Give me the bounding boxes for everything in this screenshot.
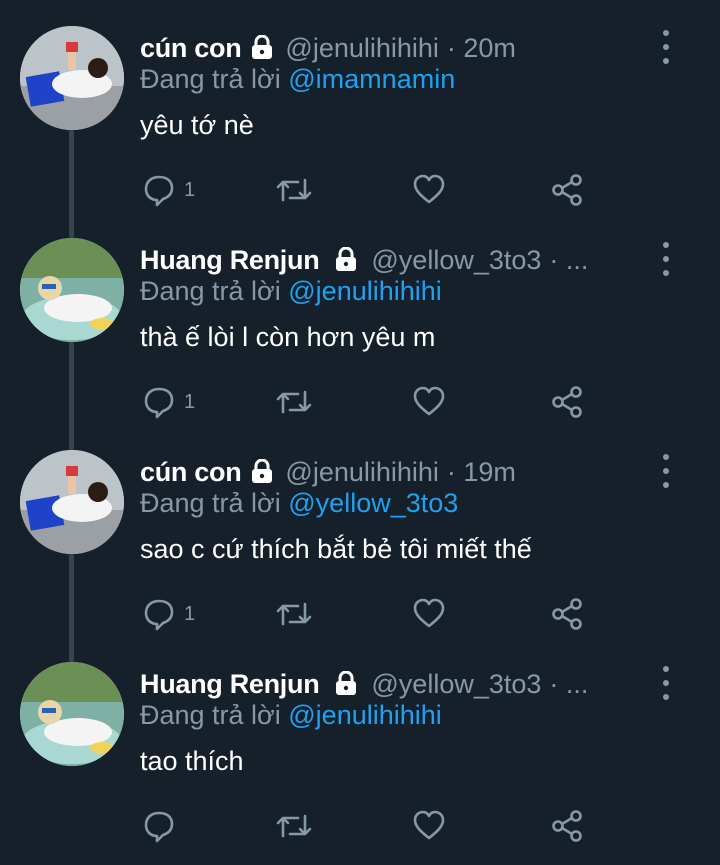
- avatar-photo-icon: [20, 662, 124, 766]
- share-icon: [552, 174, 582, 206]
- lock-icon: [333, 671, 359, 697]
- like-icon: [413, 598, 445, 628]
- reply-icon: [144, 599, 174, 631]
- like-button[interactable]: [412, 806, 446, 846]
- retweet-icon: [276, 178, 312, 202]
- user-handle[interactable]: @jenulihihihi: [285, 33, 439, 64]
- retweet-button[interactable]: [274, 806, 314, 846]
- replying-to: Đang trả lời @jenulihihihi: [140, 276, 442, 307]
- tweet-text: yêu tớ nè: [140, 110, 254, 140]
- avatar[interactable]: [20, 662, 124, 766]
- lock-icon: [333, 247, 359, 273]
- replying-prefix: Đang trả lời: [140, 700, 289, 730]
- avatar-photo-icon: [20, 26, 124, 130]
- reply-button[interactable]: 1: [142, 170, 195, 210]
- replying-to: Đang trả lời @yellow_3to3: [140, 488, 458, 519]
- user-handle[interactable]: @yellow_3to3: [371, 669, 541, 700]
- reply-icon: [144, 175, 174, 207]
- display-name[interactable]: cún con: [140, 457, 242, 488]
- more-icon[interactable]: [654, 242, 678, 276]
- retweet-button[interactable]: [274, 170, 314, 210]
- retweet-button[interactable]: [274, 382, 314, 422]
- tweet-actions: 1: [140, 594, 600, 634]
- retweet-icon: [276, 814, 312, 838]
- timestamp: · 19m: [446, 456, 516, 487]
- reply-count: 1: [184, 602, 196, 625]
- share-icon: [552, 810, 582, 842]
- tweet-header: Huang Renjun @yellow_3to3 · ...: [140, 240, 640, 280]
- display-name[interactable]: Huang Renjun: [140, 669, 320, 700]
- like-icon: [413, 810, 445, 840]
- replying-prefix: Đang trả lời: [140, 64, 289, 94]
- tweet[interactable]: Huang Renjun @yellow_3to3 · ... Đang trả…: [0, 562, 720, 865]
- reply-icon: [144, 387, 174, 419]
- retweet-icon: [276, 390, 312, 414]
- reply-mention-link[interactable]: @jenulihihihi: [288, 700, 442, 730]
- tweet-text: thà ế lòi l còn hơn yêu m: [140, 322, 436, 352]
- lock-icon: [249, 35, 275, 61]
- reply-count: 1: [184, 178, 196, 201]
- tweet[interactable]: cún con @jenulihihihi · 20m Đang trả lời…: [0, 0, 720, 230]
- like-button[interactable]: [412, 594, 446, 634]
- like-button[interactable]: [412, 170, 446, 210]
- tweet-actions: 1: [140, 382, 600, 422]
- reply-button[interactable]: [142, 806, 176, 846]
- tweet-header: cún con @jenulihihihi · 19m: [140, 452, 640, 492]
- more-icon[interactable]: [654, 666, 678, 700]
- share-button[interactable]: [550, 806, 584, 846]
- reply-count: 1: [184, 390, 196, 413]
- timestamp: · 20m: [446, 32, 516, 63]
- user-handle[interactable]: @yellow_3to3: [371, 245, 541, 276]
- more-icon[interactable]: [654, 30, 678, 64]
- replying-prefix: Đang trả lời: [140, 276, 289, 306]
- thread-line: [69, 562, 74, 662]
- more-icon[interactable]: [654, 454, 678, 488]
- share-button[interactable]: [550, 382, 584, 422]
- avatar[interactable]: [20, 26, 124, 130]
- share-button[interactable]: [550, 170, 584, 210]
- share-button[interactable]: [550, 594, 584, 634]
- tweet-text: sao c cứ thích bắt bẻ tôi miết thế: [140, 534, 532, 564]
- reply-mention-link[interactable]: @imamnamin: [288, 64, 455, 94]
- lock-icon: [249, 459, 275, 485]
- thread-line: [69, 130, 74, 238]
- tweet-thread: cún con @jenulihihihi · 20m Đang trả lời…: [0, 0, 720, 865]
- user-handle[interactable]: @jenulihihihi: [285, 457, 439, 488]
- reply-button[interactable]: 1: [142, 594, 195, 634]
- avatar-photo-icon: [20, 450, 124, 554]
- timestamp: · ...: [549, 668, 589, 699]
- tweet-header: Huang Renjun @yellow_3to3 · ...: [140, 664, 640, 704]
- like-icon: [413, 174, 445, 204]
- replying-prefix: Đang trả lời: [140, 488, 289, 518]
- like-button[interactable]: [412, 382, 446, 422]
- replying-to: Đang trả lời @imamnamin: [140, 64, 455, 95]
- tweet-actions: 1: [140, 170, 600, 210]
- reply-button[interactable]: 1: [142, 382, 195, 422]
- reply-icon: [144, 811, 174, 843]
- timestamp: · ...: [549, 244, 589, 275]
- tweet-header: cún con @jenulihihihi · 20m: [140, 28, 640, 68]
- reply-mention-link[interactable]: @yellow_3to3: [288, 488, 458, 518]
- tweet-actions: [140, 806, 600, 846]
- reply-mention-link[interactable]: @jenulihihihi: [288, 276, 442, 306]
- tweet[interactable]: cún con @jenulihihihi · 19m Đang trả lời…: [0, 342, 720, 662]
- avatar-photo-icon: [20, 238, 124, 342]
- replying-to: Đang trả lời @jenulihihihi: [140, 700, 442, 731]
- retweet-icon: [276, 602, 312, 626]
- thread-line: [69, 342, 74, 450]
- tweet-text: tao thích: [140, 746, 244, 776]
- display-name[interactable]: cún con: [140, 33, 242, 64]
- tweet[interactable]: Huang Renjun @yellow_3to3 · ... Đang trả…: [0, 130, 720, 442]
- share-icon: [552, 386, 582, 418]
- avatar[interactable]: [20, 238, 124, 342]
- avatar[interactable]: [20, 450, 124, 554]
- share-icon: [552, 598, 582, 630]
- display-name[interactable]: Huang Renjun: [140, 245, 320, 276]
- retweet-button[interactable]: [274, 594, 314, 634]
- like-icon: [413, 386, 445, 416]
